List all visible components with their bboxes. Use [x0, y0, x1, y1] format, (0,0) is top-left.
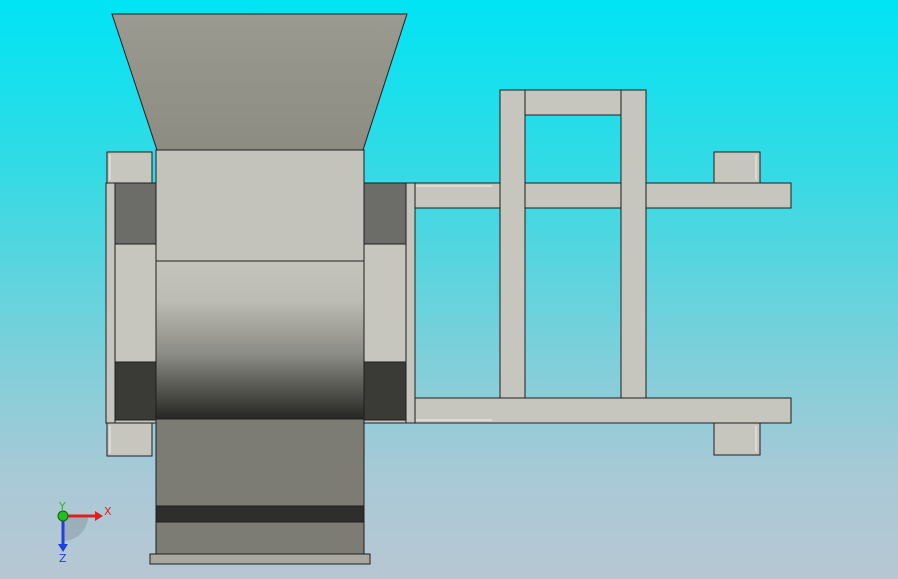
hopper — [111, 13, 408, 151]
frame-upright-left — [499, 89, 526, 399]
chute-band — [155, 505, 365, 523]
right-bearing-dark-bottom — [363, 361, 407, 421]
housing-top — [155, 149, 365, 262]
left-top-foot — [106, 151, 153, 184]
x-axis-arrow-icon — [95, 511, 103, 521]
model-view[interactable] — [0, 0, 898, 579]
frame-crossbar — [524, 89, 622, 116]
right-bearing-dark-top — [363, 182, 407, 245]
x-axis-label: X — [104, 505, 112, 518]
coordinate-triad: X Y Z — [57, 500, 112, 565]
z-axis-arrow-icon — [58, 544, 68, 552]
discharge-chute — [155, 418, 365, 556]
frame-bottom-rail — [414, 397, 792, 424]
y-axis-label: Y — [58, 500, 66, 513]
frame-upright-right — [620, 89, 647, 399]
left-bearing-dark-top — [114, 182, 157, 245]
frame-top-rail — [414, 182, 792, 209]
left-bottom-foot — [106, 422, 153, 457]
graphics-viewport[interactable]: X Y Z — [0, 0, 898, 579]
drum — [155, 260, 365, 420]
right-bottom-foot — [713, 422, 761, 456]
chute-base-flange — [149, 553, 371, 565]
left-bearing-dark-bottom — [114, 361, 157, 421]
right-side-plate — [405, 182, 416, 424]
z-axis-label: Z — [59, 552, 67, 565]
right-top-foot — [713, 151, 761, 184]
